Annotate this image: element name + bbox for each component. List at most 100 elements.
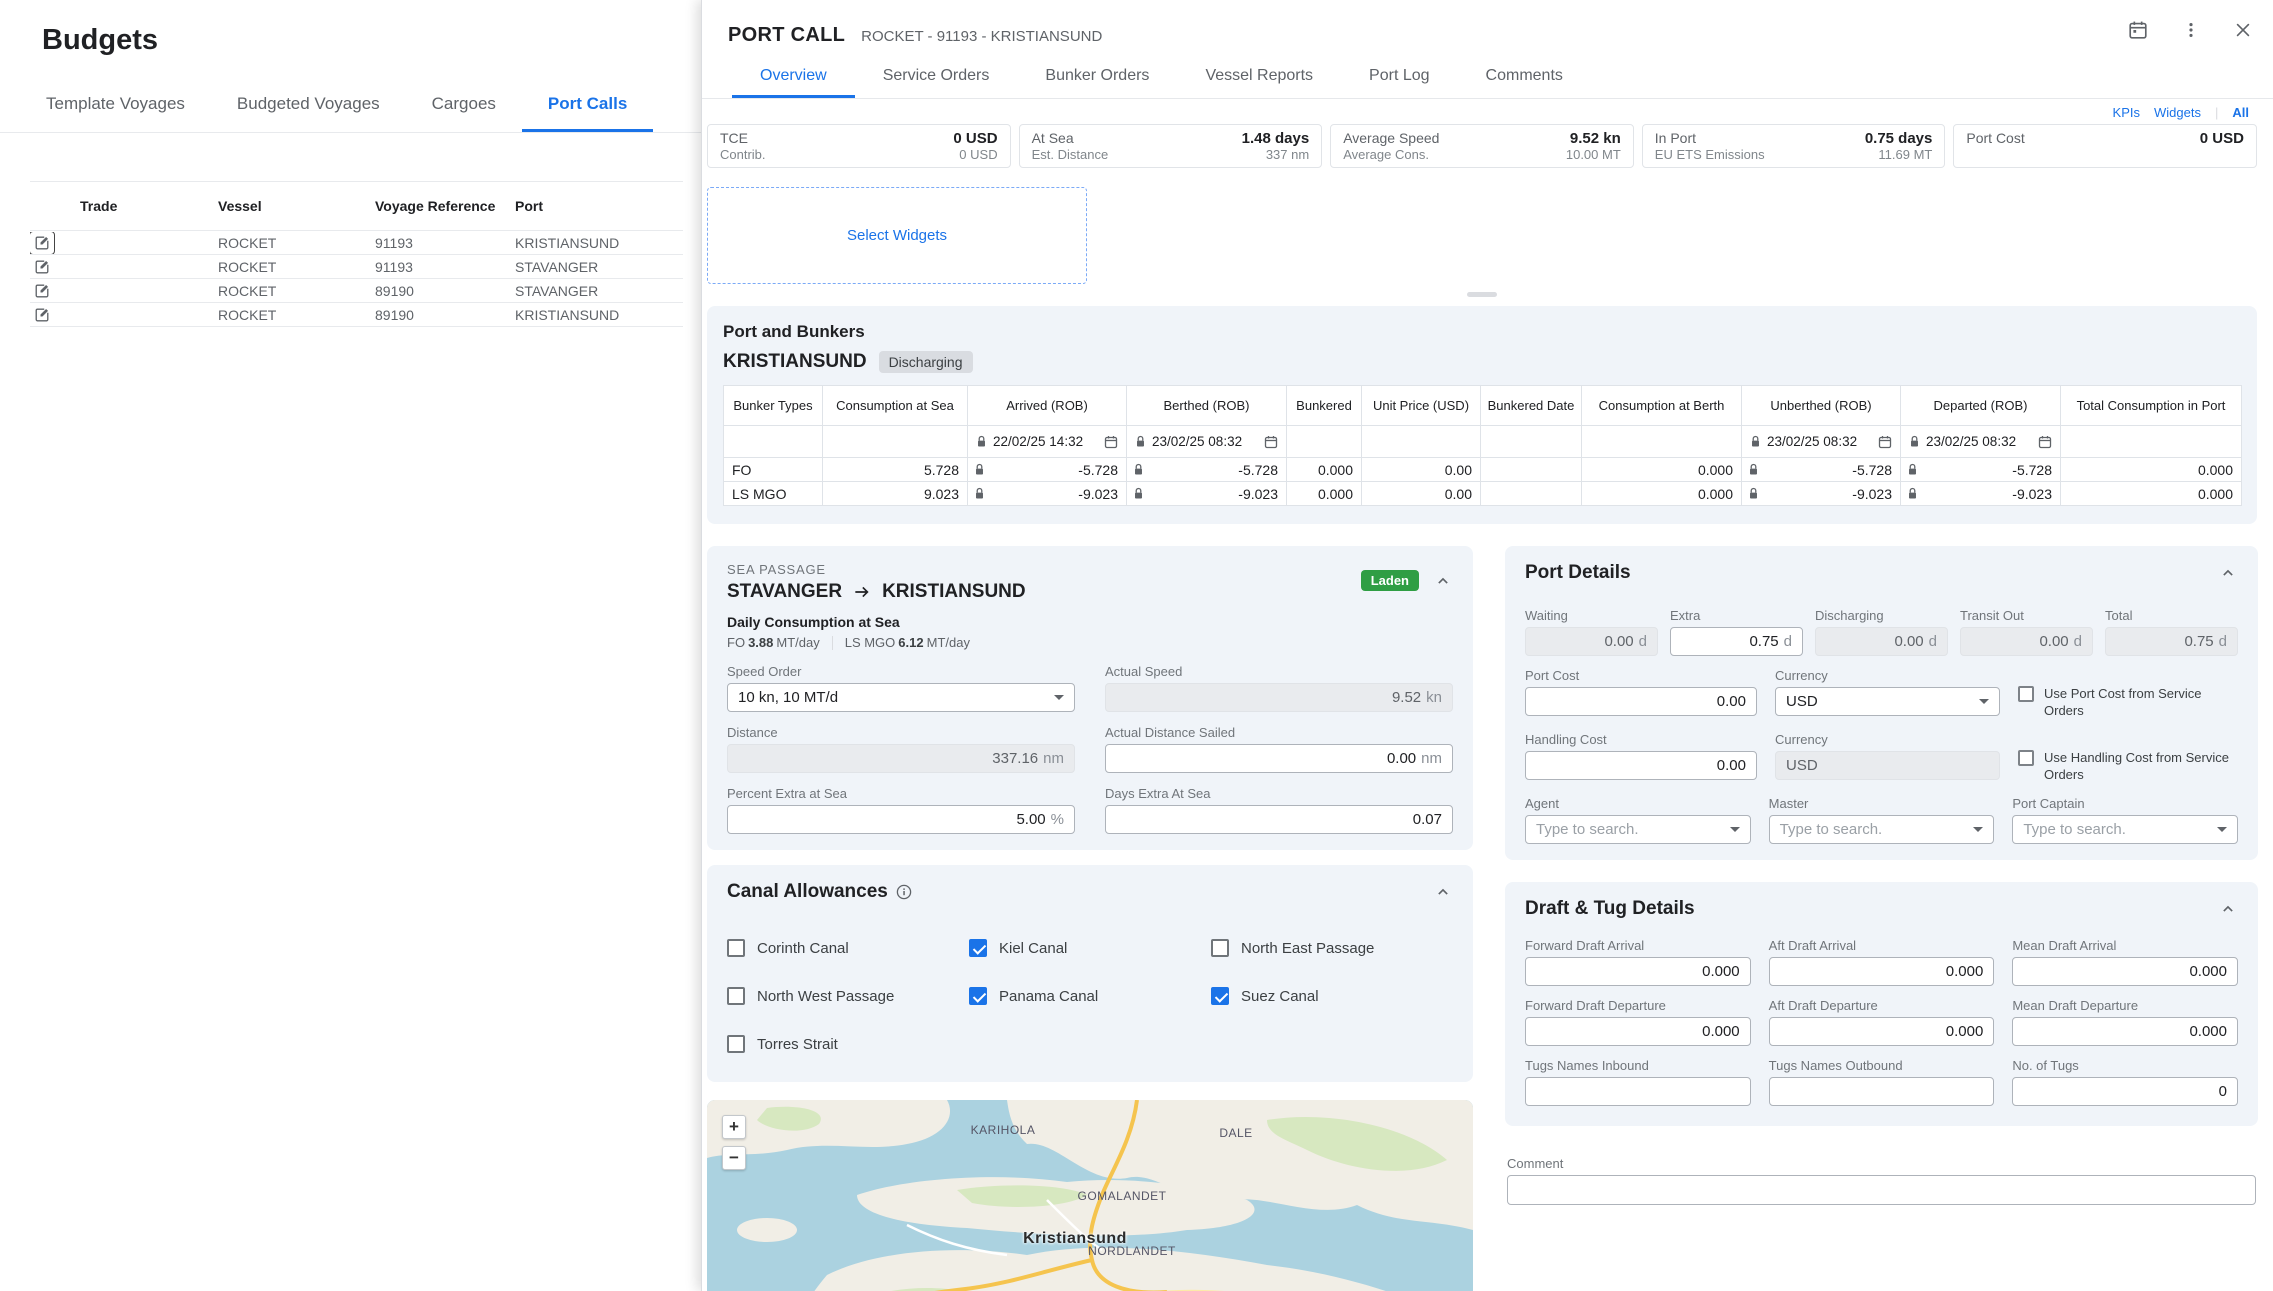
arrived-date-input[interactable]: 22/02/25 14:32	[976, 434, 1118, 449]
tab-comments[interactable]: Comments	[1458, 55, 1591, 98]
unit-price-cell[interactable]: 0.00	[1362, 458, 1481, 482]
departed-rob-cell[interactable]: -5.728	[1901, 458, 2061, 482]
tab-vessel-reports[interactable]: Vessel Reports	[1177, 55, 1341, 98]
use-handling-cost-checkbox[interactable]: Use Handling Cost from Service Orders	[2018, 750, 2238, 784]
lock-icon	[974, 487, 985, 500]
zoom-out-button[interactable]: −	[722, 1146, 746, 1170]
departed-rob-cell[interactable]: -9.023	[1901, 482, 2061, 506]
unberthed-date-input[interactable]: 23/02/25 08:32	[1750, 434, 1892, 449]
checkbox-north-east-passage[interactable]: North East Passage	[1211, 939, 1453, 957]
table-row[interactable]: ROCKET 89190 STAVANGER	[30, 279, 683, 303]
master-select[interactable]: Type to search.	[1769, 815, 1995, 844]
port-captain-select[interactable]: Type to search.	[2012, 815, 2238, 844]
checkbox-kiel-canal[interactable]: Kiel Canal	[969, 939, 1211, 957]
port-cost-currency-select[interactable]: USD	[1775, 687, 2000, 716]
tab-template-voyages[interactable]: Template Voyages	[20, 79, 211, 132]
aft-draft-arrival-input[interactable]: 0.000	[1769, 957, 1995, 986]
edit-icon[interactable]	[30, 304, 54, 326]
port-map[interactable]: KARIHOLA DALE GOMALANDET Kristiansund NO…	[707, 1100, 1473, 1291]
extra-input[interactable]: 0.75d	[1670, 627, 1803, 656]
chevron-up-icon[interactable]	[1433, 882, 1453, 902]
use-port-cost-checkbox[interactable]: Use Port Cost from Service Orders	[2018, 686, 2238, 720]
aft-draft-departure-input[interactable]: 0.000	[1769, 1017, 1995, 1046]
port-cost-input[interactable]: 0.00	[1525, 687, 1757, 716]
percent-extra-at-sea-input[interactable]: 5.00%	[727, 805, 1075, 834]
tab-port-log[interactable]: Port Log	[1341, 55, 1457, 98]
chevron-up-icon[interactable]	[2218, 563, 2238, 583]
checkbox-north-west-passage[interactable]: North West Passage	[727, 987, 969, 1005]
unit-price-cell[interactable]: 0.00	[1362, 482, 1481, 506]
consumption-at-sea-cell[interactable]: 9.023	[823, 482, 968, 506]
filter-all[interactable]: All	[2232, 105, 2249, 120]
kpi-subvalue: 337 nm	[1266, 147, 1309, 162]
mean-draft-arrival-input[interactable]: 0.000	[2012, 957, 2238, 986]
edit-icon[interactable]	[30, 232, 54, 254]
checkbox-torres-strait[interactable]: Torres Strait	[727, 1035, 969, 1053]
bunkered-date-cell[interactable]	[1481, 458, 1582, 482]
info-icon[interactable]	[896, 884, 912, 900]
comment-input[interactable]	[1507, 1175, 2256, 1205]
bunkered-cell[interactable]: 0.000	[1287, 458, 1362, 482]
page-title: Budgets	[42, 24, 703, 57]
close-icon[interactable]	[2233, 20, 2253, 40]
departed-date-input[interactable]: 23/02/25 08:32	[1909, 434, 2052, 449]
drag-handle[interactable]	[1467, 292, 1497, 297]
speed-order-select[interactable]: 10 kn, 10 MT/d	[727, 683, 1075, 712]
kpi-card-in-port: In Port0.75 days EU ETS Emissions11.69 M…	[1642, 124, 1946, 168]
table-row[interactable]: ROCKET 91193 STAVANGER	[30, 255, 683, 279]
tugs-names-outbound-input[interactable]	[1769, 1077, 1995, 1106]
mean-draft-departure-input[interactable]: 0.000	[2012, 1017, 2238, 1046]
arrived-rob-cell[interactable]: -5.728	[968, 458, 1127, 482]
canal-allowances-card: Canal Allowances Corinth Canal Kiel Cana…	[707, 865, 1473, 1082]
select-widgets-button[interactable]: Select Widgets	[707, 187, 1087, 284]
consumption-at-sea-cell[interactable]: 5.728	[823, 458, 968, 482]
tab-overview[interactable]: Overview	[732, 55, 855, 98]
table-row[interactable]: ROCKET 91193 KRISTIANSUND	[30, 231, 683, 255]
zoom-in-button[interactable]: +	[722, 1115, 746, 1139]
edit-icon[interactable]	[30, 280, 54, 302]
berthed-rob-cell[interactable]: -9.023	[1127, 482, 1287, 506]
kebab-menu-icon[interactable]	[2181, 20, 2201, 40]
port-name: KRISTIANSUND	[723, 351, 867, 373]
unberthed-rob-cell[interactable]: -9.023	[1742, 482, 1901, 506]
tab-service-orders[interactable]: Service Orders	[855, 55, 1018, 98]
bunkered-date-cell[interactable]	[1481, 482, 1582, 506]
berthed-date-input[interactable]: 23/02/25 08:32	[1135, 434, 1278, 449]
tab-bunker-orders[interactable]: Bunker Orders	[1017, 55, 1177, 98]
days-extra-at-sea-input[interactable]: 0.07	[1105, 805, 1453, 834]
no-of-tugs-input[interactable]: 0	[2012, 1077, 2238, 1106]
chevron-up-icon[interactable]	[1433, 571, 1453, 591]
unberthed-rob-cell[interactable]: -5.728	[1742, 458, 1901, 482]
forward-draft-arrival-input[interactable]: 0.000	[1525, 957, 1751, 986]
edit-icon[interactable]	[30, 256, 54, 278]
panel-header: PORT CALL ROCKET - 91193 - KRISTIANSUND	[702, 0, 2273, 47]
arrived-rob-cell[interactable]: -9.023	[968, 482, 1127, 506]
agent-select[interactable]: Type to search.	[1525, 815, 1751, 844]
table-row[interactable]: ROCKET 89190 KRISTIANSUND	[30, 303, 683, 327]
tab-port-calls[interactable]: Port Calls	[522, 79, 653, 132]
filter-kpis[interactable]: KPIs	[2113, 105, 2140, 120]
checkbox-suez-canal[interactable]: Suez Canal	[1211, 987, 1453, 1005]
filter-widgets[interactable]: Widgets	[2154, 105, 2201, 120]
cell-vessel: ROCKET	[218, 283, 375, 299]
checkbox-panama-canal[interactable]: Panama Canal	[969, 987, 1211, 1005]
total-consumption-cell: 0.000	[2061, 458, 2242, 482]
tugs-names-inbound-input[interactable]	[1525, 1077, 1751, 1106]
berthed-rob-cell[interactable]: -5.728	[1127, 458, 1287, 482]
consumption-at-berth-cell[interactable]: 0.000	[1582, 482, 1742, 506]
sea-passage-card: SEA PASSAGE STAVANGER KRISTIANSUND Laden	[707, 546, 1473, 850]
laden-badge: Laden	[1361, 570, 1419, 591]
bunkered-cell[interactable]: 0.000	[1287, 482, 1362, 506]
actual-distance-sailed-input[interactable]: 0.00nm	[1105, 744, 1453, 773]
handling-cost-input[interactable]: 0.00	[1525, 751, 1757, 780]
checkbox-corinth-canal[interactable]: Corinth Canal	[727, 939, 969, 957]
consumption-at-berth-cell[interactable]: 0.000	[1582, 458, 1742, 482]
lock-icon	[1133, 487, 1144, 500]
calendar-icon[interactable]	[2127, 19, 2149, 41]
forward-draft-departure-input[interactable]: 0.000	[1525, 1017, 1751, 1046]
chevron-up-icon[interactable]	[2218, 899, 2238, 919]
tab-cargoes[interactable]: Cargoes	[406, 79, 522, 132]
tab-budgeted-voyages[interactable]: Budgeted Voyages	[211, 79, 406, 132]
select-widgets-label: Select Widgets	[847, 227, 947, 244]
lock-icon	[1748, 463, 1759, 476]
